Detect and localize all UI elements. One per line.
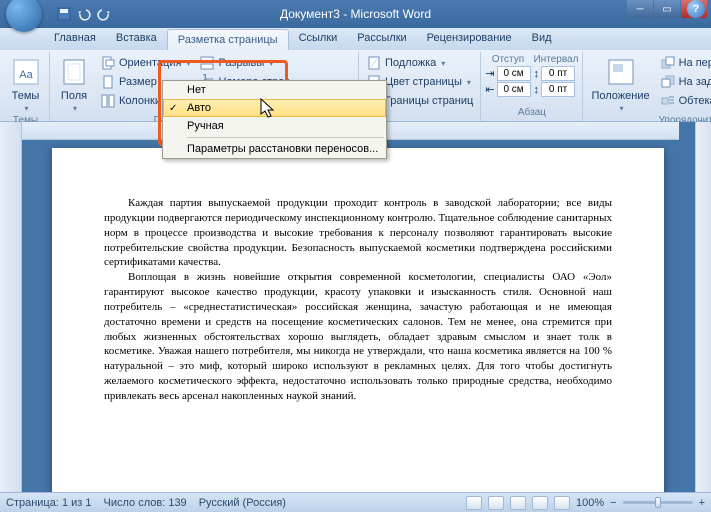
tab-references[interactable]: Ссылки <box>289 28 348 50</box>
margins-icon <box>58 56 90 88</box>
view-full-screen-icon[interactable] <box>488 496 504 510</box>
indent-right[interactable]: ⇤ <box>485 82 530 97</box>
minimize-button[interactable]: ─ <box>627 0 653 18</box>
orientation-icon <box>100 55 116 71</box>
status-lang[interactable]: Русский (Россия) <box>199 497 286 509</box>
bring-front-icon <box>660 55 676 71</box>
themes-button[interactable]: Aa Темы <box>6 54 45 115</box>
check-icon: ✓ <box>169 103 177 114</box>
view-draft-icon[interactable] <box>554 496 570 510</box>
spacing-before-icon: ↕ <box>534 68 540 80</box>
spacing-before[interactable]: ↕ <box>534 66 579 81</box>
menu-item-none[interactable]: Нет <box>163 81 386 99</box>
tab-insert[interactable]: Вставка <box>106 28 167 50</box>
indent-left-icon: ⇥ <box>485 67 494 80</box>
vertical-ruler[interactable] <box>0 122 22 492</box>
menu-item-options[interactable]: Параметры расстановки переносов... <box>163 140 386 158</box>
spacing-header: Интервал <box>534 54 579 65</box>
menu-item-auto[interactable]: ✓Авто <box>163 99 386 117</box>
svg-text:Aa: Aa <box>19 69 33 81</box>
tab-page-layout[interactable]: Разметка страницы <box>167 29 289 50</box>
zoom-handle[interactable] <box>655 497 661 508</box>
indent-left[interactable]: ⇥ <box>485 66 530 81</box>
zoom-level[interactable]: 100% <box>576 497 604 509</box>
watermark-button[interactable]: Подложка <box>363 54 476 72</box>
orientation-button[interactable]: Ориентация <box>97 54 193 72</box>
position-icon <box>605 56 637 88</box>
hyphenation-dropdown: Нет ✓Авто Ручная Параметры расстановки п… <box>162 80 387 159</box>
breaks-icon <box>199 55 215 71</box>
indent-header: Отступ <box>485 54 530 65</box>
document-viewport[interactable]: Каждая партия выпускаемой продукции прох… <box>22 140 695 492</box>
themes-icon: Aa <box>10 56 42 88</box>
zoom-in-button[interactable]: + <box>699 497 705 509</box>
send-back-icon <box>660 74 676 90</box>
menu-separator <box>187 137 384 138</box>
watermark-icon <box>366 55 382 71</box>
indent-right-icon: ⇤ <box>485 83 494 96</box>
view-outline-icon[interactable] <box>532 496 548 510</box>
wrap-text-button[interactable]: Обтекание текстом <box>657 92 711 110</box>
document-area: Каждая партия выпускаемой продукции прох… <box>0 122 711 492</box>
zoom-slider[interactable] <box>623 501 693 504</box>
spacing-after[interactable]: ↕ <box>534 82 579 97</box>
margins-label: Поля <box>61 90 87 102</box>
spacing-after-icon: ↕ <box>534 84 540 96</box>
bring-front-button[interactable]: На передний план <box>657 54 711 72</box>
menu-item-manual[interactable]: Ручная <box>163 117 386 135</box>
tab-review[interactable]: Рецензирование <box>417 28 522 50</box>
view-web-layout-icon[interactable] <box>510 496 526 510</box>
themes-label: Темы <box>12 90 40 102</box>
help-button[interactable]: ? <box>687 0 705 18</box>
tab-view[interactable]: Вид <box>522 28 562 50</box>
tab-mailings[interactable]: Рассылки <box>347 28 416 50</box>
group-paragraph-label: Абзац <box>485 107 578 119</box>
paragraph-2[interactable]: Воплощая в жизнь новейшие открытия совре… <box>104 270 612 404</box>
paragraph-1[interactable]: Каждая партия выпускаемой продукции прох… <box>104 196 612 270</box>
status-words[interactable]: Число слов: 139 <box>104 497 187 509</box>
position-button[interactable]: Положение <box>587 54 653 115</box>
vertical-scrollbar[interactable] <box>695 122 711 492</box>
status-bar: Страница: 1 из 1 Число слов: 139 Русский… <box>0 492 711 512</box>
margins-button[interactable]: Поля <box>54 54 94 115</box>
columns-icon <box>100 93 116 109</box>
view-print-layout-icon[interactable] <box>466 496 482 510</box>
status-page[interactable]: Страница: 1 из 1 <box>6 497 92 509</box>
send-back-button[interactable]: На задний план <box>657 73 711 91</box>
maximize-button[interactable]: ▭ <box>654 0 680 18</box>
size-icon <box>100 74 116 90</box>
breaks-button[interactable]: Разрывы <box>196 54 354 72</box>
ribbon-tabs: Главная Вставка Разметка страницы Ссылки… <box>0 28 711 50</box>
window-title: Документ3 - Microsoft Word <box>0 7 711 21</box>
wrap-text-icon <box>660 93 676 109</box>
zoom-out-button[interactable]: − <box>610 497 616 509</box>
titlebar: Документ3 - Microsoft Word ─ ▭ ✕ <box>0 0 711 28</box>
tab-home[interactable]: Главная <box>44 28 106 50</box>
office-button[interactable] <box>6 0 42 32</box>
page: Каждая партия выпускаемой продукции прох… <box>52 148 664 492</box>
